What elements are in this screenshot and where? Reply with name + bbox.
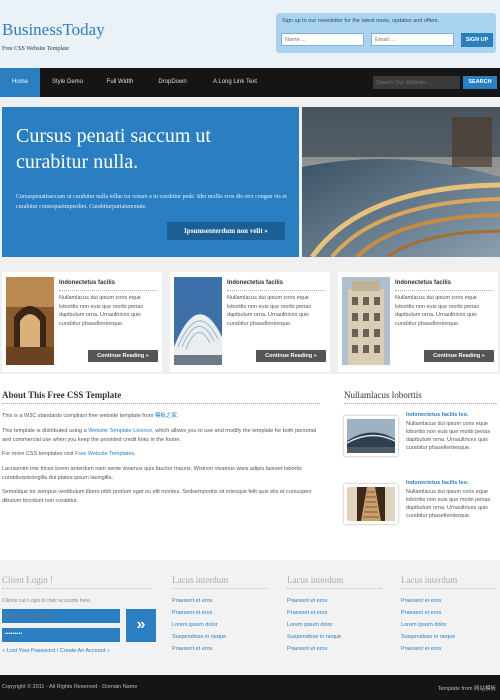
signup-button[interactable]: SIGN UP (461, 33, 493, 47)
footer-link[interactable]: Suspendisse in neque (172, 634, 226, 640)
about-text: This is a W3C standards compliant free w… (2, 413, 155, 419)
divider (344, 403, 498, 404)
footer-column-title: Lacus interdum (172, 575, 229, 585)
about-text: For more CSS templates visit (2, 451, 76, 457)
card-text: Nullamlacus dui ipsum cons eque lobortti… (59, 295, 144, 327)
main-nav: Home Style Demo Full Width DropDown A Lo… (0, 68, 500, 97)
divider (227, 290, 325, 291)
footer-link[interactable]: Praesent et eros (401, 598, 441, 604)
nav-item-full-width[interactable]: Full Width (95, 68, 145, 97)
copyright-text: Copyright © 2011 - All Rights Reserved -… (2, 684, 138, 690)
about-text: This template is distributed using a (2, 428, 89, 434)
hero-image (302, 107, 500, 257)
card-text: Nullamlacus dui ipsum cons eque lobortti… (227, 295, 312, 327)
footer-link[interactable]: Lorem ipsum dolor (287, 622, 333, 628)
footer-link[interactable]: Lorem ipsum dolor (172, 622, 218, 628)
nav-item-style-demo[interactable]: Style Demo (40, 68, 95, 97)
footer-link[interactable]: Praesent et eros (287, 610, 327, 616)
footer-link[interactable]: Praesent et eros (172, 610, 212, 616)
divider (401, 588, 496, 589)
about-text: . (176, 413, 179, 419)
feature-card: Indonectetus facilis Nullamlacus dui ips… (2, 272, 162, 372)
divider (2, 588, 152, 589)
login-submit-button[interactable]: » (126, 609, 156, 642)
hero-section: Cursus penati saccum ut curabitur nulla.… (0, 97, 500, 262)
hero-panel: Cursus penati saccum ut curabitur nulla.… (2, 107, 299, 257)
about-paragraph: Lacusenim inte trices lorem anterdum nam… (2, 466, 302, 481)
sidebar-image (344, 416, 398, 456)
feature-card: Indonectetus facilis Nullamlacus dui ips… (170, 272, 330, 372)
hero-text: Cursuspenatisaccum ut curabitur nulla te… (16, 194, 287, 210)
templates-link[interactable]: Free Website Templates (75, 451, 134, 457)
card-image (174, 277, 222, 365)
newsletter-email-input[interactable] (371, 33, 454, 46)
search-input[interactable] (373, 76, 460, 89)
footer-link[interactable]: Praesent et eros (172, 646, 212, 652)
nav-item-home[interactable]: Home (0, 68, 40, 97)
search-button[interactable]: SEARCH (463, 76, 497, 89)
footer-link[interactable]: Praesent et eros (287, 598, 327, 604)
sidebar-item-text: Nullamlacus dui ipsum cons eque lobortti… (406, 489, 491, 519)
hero-button[interactable]: Ipsumsenterdum non velit » (167, 222, 285, 240)
sidebar-image (344, 484, 398, 524)
about-paragraph: For more CSS templates visit Free Websit… (2, 450, 317, 459)
template-credit-link[interactable]: Template from 网站模板 (438, 684, 496, 692)
newsletter-label: Sign up to our newsletter for the latest… (282, 18, 440, 24)
newsletter-name-input[interactable] (281, 33, 364, 46)
continue-reading-button[interactable]: Continue Reading » (88, 350, 158, 362)
continue-reading-button[interactable]: Continue Reading » (424, 350, 494, 362)
card-text: Nullamlacus dui ipsum cons eque lobortti… (395, 295, 480, 327)
divider (395, 290, 493, 291)
about-link[interactable]: 模板之家 (155, 413, 177, 419)
divider (2, 403, 320, 404)
card-title: Indonectetus facilis (395, 280, 452, 286)
sidebar-item: Indonectetus facilis leo. Nullamlacus du… (344, 412, 500, 474)
site-tagline: Free CSS Website Template (2, 46, 70, 52)
about-paragraph: Semalique tor sempus vestibulum libero n… (2, 489, 312, 504)
about-paragraph: This is a W3C standards compliant free w… (2, 412, 317, 421)
feature-cards: Indonectetus facilis Nullamlacus dui ips… (0, 262, 500, 374)
divider (287, 588, 382, 589)
sidebar-item: Indonectetus facilis leo. Nullamlacus du… (344, 480, 500, 542)
footer-link[interactable]: Suspendisse in neque (287, 634, 341, 640)
card-title: Indonectetus facilis (59, 280, 116, 286)
card-image (6, 277, 54, 365)
card-title: Indonectetus facilis (227, 280, 284, 286)
about-paragraph: This template is distributed using a Web… (2, 427, 317, 444)
sidebar-item-title[interactable]: Indonectetus facilis leo. (406, 412, 468, 418)
double-chevron-right-icon: » (136, 616, 146, 633)
feature-card: Indonectetus facilis Nullamlacus dui ips… (338, 272, 498, 372)
login-password-input[interactable]: ••••••••• (2, 628, 120, 642)
newsletter-box: Sign up to our newsletter for the latest… (276, 13, 496, 53)
about-text: . (134, 451, 136, 457)
login-email-input[interactable] (2, 609, 120, 623)
footer-link[interactable]: Praesent et eros (172, 598, 212, 604)
footer-link[interactable]: Praesent et eros (401, 646, 441, 652)
hero-title: Cursus penati saccum ut curabitur nulla. (16, 125, 211, 173)
site-header: BusinessToday Free CSS Website Template … (0, 0, 500, 68)
about-title: About This Free CSS Template (2, 390, 122, 400)
bottom-bar: Copyright © 2011 - All Rights Reserved -… (0, 675, 500, 700)
site-logo[interactable]: BusinessToday (2, 20, 105, 40)
footer-link[interactable]: Suspendisse in neque (401, 634, 455, 640)
continue-reading-button[interactable]: Continue Reading » (256, 350, 326, 362)
footer-link[interactable]: Lorem ipsum dolor (401, 622, 447, 628)
site-footer: Client Login ! Clients can Login to thei… (0, 560, 500, 675)
nav-item-long-link[interactable]: A Long Link Text (200, 68, 270, 97)
divider (172, 588, 267, 589)
footer-link[interactable]: Praesent et eros (287, 646, 327, 652)
login-title: Client Login ! (2, 575, 53, 585)
divider (59, 290, 157, 291)
login-subtitle: Clients can Login to their accounts here… (2, 598, 92, 604)
sidebar-item-title[interactable]: Indonectetus facilis leo. (406, 480, 468, 486)
licence-link[interactable]: Website Template Licence (88, 428, 152, 434)
sidebar-title: Nullamlacus loborttis (344, 390, 422, 400)
login-links[interactable]: » Lost Your Password / Create An Account… (2, 648, 110, 654)
sidebar-item-text: Nullamlacus dui ipsum cons eque lobortti… (406, 421, 491, 451)
card-image (342, 277, 390, 365)
footer-link[interactable]: Praesent et eros (401, 610, 441, 616)
footer-column-title: Lacus interdum (401, 575, 458, 585)
footer-column-title: Lacus interdum (287, 575, 344, 585)
nav-item-dropdown[interactable]: DropDown (145, 68, 200, 97)
